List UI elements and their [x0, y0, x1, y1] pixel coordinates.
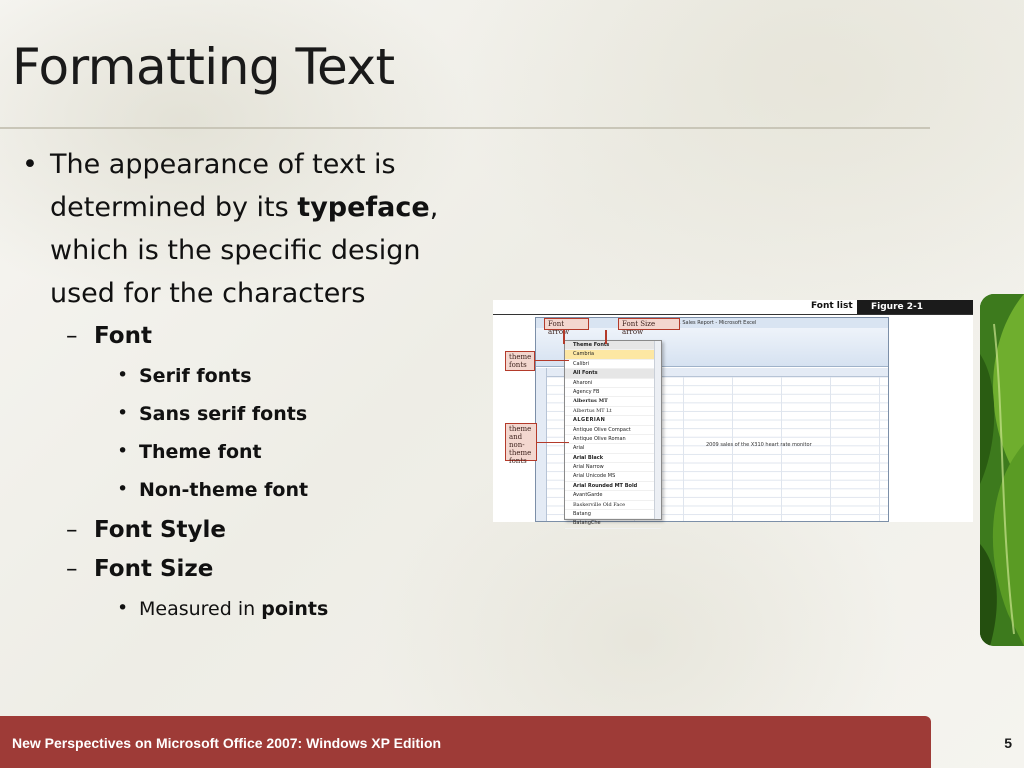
- bullet-dot-icon: •: [117, 597, 129, 619]
- callout-font-size-arrow: Font Size arrow: [618, 318, 680, 336]
- font-list-item: Batang: [565, 510, 661, 520]
- font-list-item: Arial Unicode MS: [565, 472, 661, 482]
- font-list-item: ALGERIAN: [565, 416, 661, 426]
- font-list-item: Albertus MT: [565, 397, 661, 407]
- bullet-non-theme-font-label: Non-theme font: [139, 479, 309, 501]
- font-list-item: Arial: [565, 444, 661, 454]
- bullet-sans-serif-fonts: • Sans serif fonts: [22, 401, 482, 427]
- bullet-font-label: Font: [94, 323, 152, 349]
- font-list-item: Albertus MT Lt: [565, 407, 661, 417]
- font-list-item: Agency FB: [565, 388, 661, 398]
- bullet-serif-fonts-label: Serif fonts: [139, 365, 252, 387]
- title-divider: [0, 127, 930, 129]
- figure-number: Figure 2-1: [857, 300, 973, 314]
- callout-theme-and-non-theme-fonts: theme and non-theme fonts: [505, 423, 537, 465]
- font-list-item: Arial Narrow: [565, 463, 661, 473]
- font-list-item: Arial Black: [565, 454, 661, 464]
- excel-row-headers: [536, 368, 547, 521]
- slide-title: Formatting Text: [12, 38, 395, 96]
- bullet-font-size: – Font Size: [22, 554, 482, 584]
- bullet-theme-font: • Theme font: [22, 439, 482, 465]
- font-list-item: Antique Olive Roman: [565, 435, 661, 445]
- font-dropdown-list: Theme Fonts Cambria Calibri All Fonts Ah…: [564, 340, 662, 529]
- bullet-dot-icon: •: [117, 478, 129, 500]
- bullet-dot-icon: •: [117, 364, 129, 386]
- bullet-main: • The appearance of text is determined b…: [22, 143, 482, 315]
- bullet-font-style: – Font Style: [22, 515, 482, 545]
- dash-icon: –: [66, 517, 78, 543]
- font-list-item: Arial Rounded MT Bold: [565, 482, 661, 492]
- callout-connector: [535, 360, 569, 361]
- page-number: 5: [1004, 735, 1012, 751]
- font-list-item: Theme Fonts: [565, 341, 661, 351]
- bullet-font-size-label: Font Size: [94, 556, 214, 582]
- font-list-item: AvantGarde: [565, 491, 661, 501]
- bullet-sans-serif-fonts-label: Sans serif fonts: [139, 403, 308, 425]
- bullet-dot-icon: •: [117, 402, 129, 424]
- bullet-measured-in: • Measured in points: [22, 596, 482, 622]
- callout-connector: [563, 330, 565, 344]
- font-list-item: Cambria: [565, 350, 661, 360]
- slide-body: • The appearance of text is determined b…: [22, 143, 482, 622]
- font-list-item: Antique Olive Compact: [565, 426, 661, 435]
- figure-font-list: Font list Figure 2-1 ... Sales Report - …: [493, 300, 973, 529]
- font-list-item: Calibri: [565, 360, 661, 370]
- slide-footer: New Perspectives on Microsoft Office 200…: [0, 716, 931, 768]
- font-list-scrollbar: [654, 341, 661, 519]
- bullet-main-term: typeface: [297, 192, 430, 223]
- bullet-non-theme-font: • Non-theme font: [22, 477, 482, 503]
- font-list-item: All Fonts: [565, 369, 661, 379]
- dash-icon: –: [66, 556, 78, 582]
- font-list-item: Aharoni: [565, 379, 661, 388]
- footer-text: New Perspectives on Microsoft Office 200…: [12, 735, 442, 751]
- callout-font-arrow: Font arrow: [544, 318, 589, 336]
- callout-theme-fonts: theme fonts: [505, 351, 535, 371]
- bullet-measured-in-term: points: [261, 598, 329, 620]
- bullet-dot-icon: •: [117, 440, 129, 462]
- decorative-leaf-image: [980, 294, 1024, 646]
- font-list-item: BatangChe: [565, 519, 661, 529]
- bullet-dot-icon: •: [22, 149, 38, 180]
- bullet-theme-font-label: Theme font: [139, 441, 262, 463]
- excel-sales-cell: 2009 sales of the X310 heart rate monito…: [706, 442, 812, 448]
- bullet-font: – Font: [22, 321, 482, 351]
- bullet-measured-in-text: Measured in: [139, 598, 256, 620]
- font-list-item: Baskerville Old Face: [565, 501, 661, 511]
- leaf-illustration: [980, 294, 1024, 646]
- dash-icon: –: [66, 323, 78, 349]
- figure-header: Font list Figure 2-1: [493, 300, 973, 315]
- bullet-font-style-label: Font Style: [94, 517, 226, 543]
- bullet-serif-fonts: • Serif fonts: [22, 363, 482, 389]
- figure-font-list-label: Font list: [811, 301, 853, 311]
- callout-connector: [537, 442, 569, 443]
- callout-connector: [605, 330, 607, 344]
